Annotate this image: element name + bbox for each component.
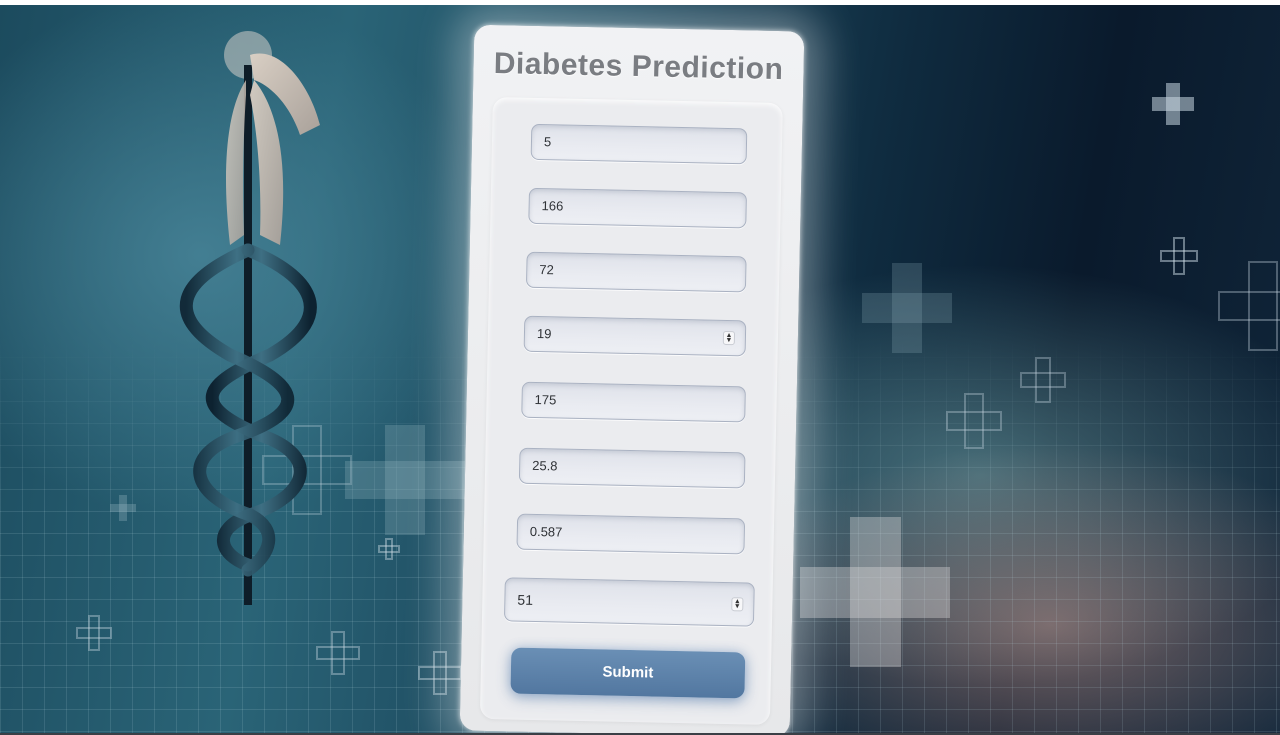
medical-cross-icon [378,538,400,560]
medical-cross-icon [800,517,950,667]
input-value: 5 [543,134,552,150]
input-value: 19 [536,326,552,342]
medical-cross-icon [418,651,462,695]
medical-cross-icon [110,495,136,521]
medical-cross-icon [316,631,360,675]
input-value: 51 [517,591,534,608]
medical-cross-icon [76,615,112,651]
input-field-6[interactable]: 25.8 [518,447,746,489]
medical-cross-icon [345,425,465,535]
input-field-2[interactable]: 166 [528,187,747,229]
input-field-3[interactable]: 72 [525,251,747,293]
spinner-icon[interactable]: ▲ ▼ [731,597,744,612]
medical-cross-icon [1218,261,1280,351]
input-value: 25.8 [532,457,558,474]
spinner-icon[interactable]: ▲ ▼ [722,330,736,346]
medical-cross-icon [862,263,952,353]
page-title: Diabetes Prediction [493,47,784,87]
input-field-5[interactable]: 175 [521,381,746,423]
input-field-7[interactable]: 0.587 [516,513,746,555]
prediction-card: Diabetes Prediction 5 166 72 19 ▲ ▼ 175 2… [459,24,805,735]
input-value: 72 [539,262,554,278]
caduceus-icon [179,31,320,605]
prediction-form: 5 166 72 19 ▲ ▼ 175 25.8 0.587 51 ▲ ▼ Subm… [479,97,783,725]
medical-cross-icon [1020,357,1066,403]
number-input-8[interactable]: 51 ▲ ▼ [503,577,755,627]
input-field-1[interactable]: 5 [530,123,748,165]
medical-cross-icon [1152,83,1194,125]
submit-button[interactable]: Submit [510,647,746,699]
input-value: 175 [534,391,557,408]
input-value: 0.587 [529,523,563,540]
medical-cross-icon [946,393,1002,449]
input-value: 166 [541,198,564,214]
medical-cross-icon [1160,237,1198,275]
number-input-4[interactable]: 19 ▲ ▼ [523,315,747,357]
